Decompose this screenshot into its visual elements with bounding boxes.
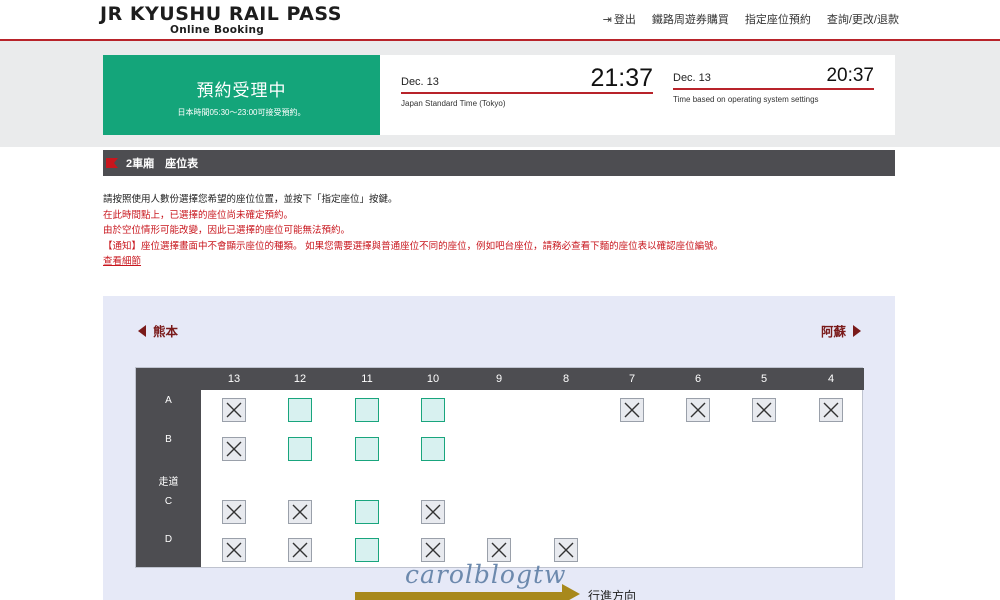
x-icon xyxy=(756,402,772,418)
x-icon xyxy=(292,542,308,558)
row-label-a: A xyxy=(165,395,172,406)
seat-available[interactable] xyxy=(421,437,445,461)
local-time-label: Time based on operating system settings xyxy=(673,95,819,104)
nav-reserve-seat[interactable]: 指定座位預約 xyxy=(745,11,811,27)
section-header: 2車廂 座位表 xyxy=(103,150,895,176)
x-icon xyxy=(624,402,640,418)
japan-time-label: Japan Standard Time (Tokyo) xyxy=(401,99,506,108)
direction-right[interactable]: 阿蘇 xyxy=(821,321,861,340)
x-icon xyxy=(558,542,574,558)
seat-taken xyxy=(487,538,511,562)
booking-hours-note: 日本時間05:30～23:00可接受預約。 xyxy=(177,108,306,117)
logo-title: JR KYUSHU RAIL PASS xyxy=(100,3,342,25)
seat-taken xyxy=(620,398,644,422)
seat-available[interactable] xyxy=(355,398,379,422)
seat-taken xyxy=(554,538,578,562)
japan-time: 21:37 xyxy=(590,64,653,92)
x-icon xyxy=(292,504,308,520)
column-number: 4 xyxy=(827,373,835,385)
watermark: carolblogtw xyxy=(405,560,567,589)
local-clock: Dec. 13 20:37 Time based on operating sy… xyxy=(673,65,874,104)
direction-label: 行進方向 xyxy=(588,589,637,600)
seat-taken xyxy=(222,398,246,422)
x-icon xyxy=(491,542,507,558)
details-link[interactable]: 查看細節 xyxy=(103,254,723,270)
direction-left[interactable]: 熊本 xyxy=(138,321,178,340)
instruction-line: 請按照使用人數份選擇您希望的座位位置，並按下「指定座位」按鍵。 xyxy=(103,194,398,205)
row-header: A B 走道 C D xyxy=(136,368,201,567)
x-icon xyxy=(690,402,706,418)
logout-label: 登出 xyxy=(613,14,636,26)
japan-clock: Dec. 13 21:37 Japan Standard Time (Tokyo… xyxy=(401,65,653,108)
clock-panel: Dec. 13 21:37 Japan Standard Time (Tokyo… xyxy=(380,55,895,135)
seat-taken xyxy=(752,398,776,422)
seat-taken xyxy=(421,538,445,562)
seat-grid: A B 走道 C D 13 12 11 10 9 8 7 6 5 4 xyxy=(135,367,864,568)
seat-available[interactable] xyxy=(355,500,379,524)
booking-status-title: 預約受理中 xyxy=(196,81,287,100)
x-icon xyxy=(226,542,242,558)
logo-subtitle: Online Booking xyxy=(170,24,265,36)
instruction-warning: 由於空位情形可能改變，因此已選擇的座位可能無法預約。 xyxy=(103,225,351,236)
direction-arrow xyxy=(355,592,565,600)
instructions: 請按照使用人數份選擇您希望的座位位置，並按下「指定座位」按鍵。 在此時間點上，已… xyxy=(103,192,723,270)
seat-taken xyxy=(222,437,246,461)
seat-available[interactable] xyxy=(288,398,312,422)
column-number: 5 xyxy=(760,373,768,385)
instruction-notice: 【通知】座位選擇畫面中不會顯示座位的種類。 如果您需要選擇與普通座位不同的座位，… xyxy=(103,240,724,252)
flag-icon xyxy=(106,158,118,168)
row-label-d: D xyxy=(164,534,173,545)
x-icon xyxy=(226,441,242,457)
left-station: 熊本 xyxy=(153,325,179,339)
row-label-aisle: 走道 xyxy=(158,477,179,488)
column-number: 13 xyxy=(227,373,241,385)
row-label-c: C xyxy=(164,496,173,507)
logout-icon: ⇥ xyxy=(602,13,612,26)
triangle-right-icon xyxy=(853,324,861,337)
seat-taken xyxy=(288,538,312,562)
seat-available[interactable] xyxy=(421,398,445,422)
x-icon xyxy=(226,504,242,520)
seat-taken xyxy=(222,538,246,562)
nav-buy-pass[interactable]: 鐵路周遊券購買 xyxy=(652,11,729,27)
seat-taken xyxy=(222,500,246,524)
seat-taken xyxy=(421,500,445,524)
right-station: 阿蘇 xyxy=(820,325,846,339)
x-icon xyxy=(226,402,242,418)
column-number: 6 xyxy=(694,373,702,385)
column-number: 12 xyxy=(293,373,307,385)
section-title: 2車廂 座位表 xyxy=(126,158,199,170)
row-label-b: B xyxy=(165,434,172,445)
instruction-warning: 在此時間點上，已選擇的座位尚未確定預約。 xyxy=(103,209,294,221)
main-nav: ⇥ 登出 鐵路周遊券購買 指定座位預約 查詢/更改/退款 xyxy=(603,11,899,27)
logout-link[interactable]: ⇥ 登出 xyxy=(603,11,636,27)
x-icon xyxy=(425,504,441,520)
x-icon xyxy=(823,402,839,418)
seat-taken xyxy=(288,500,312,524)
seat-available[interactable] xyxy=(288,437,312,461)
seat-taken xyxy=(686,398,710,422)
logo[interactable]: JR KYUSHU RAIL PASS Online Booking xyxy=(100,4,342,36)
top-header: JR KYUSHU RAIL PASS Online Booking ⇥ 登出 … xyxy=(0,0,1000,41)
local-date: Dec. 13 xyxy=(673,72,711,84)
column-number: 11 xyxy=(361,373,373,385)
column-number: 9 xyxy=(495,373,503,385)
column-number: 10 xyxy=(426,373,440,385)
booking-status-panel: 預約受理中 日本時間05:30～23:00可接受預約。 xyxy=(103,55,380,135)
seat-available[interactable] xyxy=(355,437,379,461)
local-time: 20:37 xyxy=(826,65,874,86)
column-number: 7 xyxy=(628,373,636,385)
seat-available[interactable] xyxy=(355,538,379,562)
column-number: 8 xyxy=(562,373,570,385)
seat-taken xyxy=(819,398,843,422)
seat-map: 熊本 阿蘇 A B 走道 C D 13 12 11 10 9 8 7 6 5 4 xyxy=(103,296,895,600)
triangle-left-icon xyxy=(138,324,146,337)
japan-date: Dec. 13 xyxy=(401,76,439,88)
x-icon xyxy=(425,542,441,558)
nav-manage-booking[interactable]: 查詢/更改/退款 xyxy=(827,11,899,27)
